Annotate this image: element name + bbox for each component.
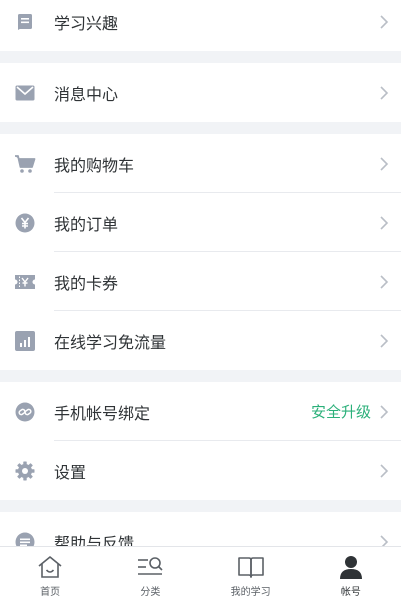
chevron-right-icon [380, 215, 389, 230]
chevron-right-icon [380, 156, 389, 171]
chevron-right-icon [380, 333, 389, 348]
menu-group-messages: 消息中心 [0, 63, 401, 122]
section-divider [0, 500, 401, 512]
tab-label: 分类 [140, 587, 161, 598]
mail-icon [14, 82, 36, 104]
menu-item-label: 消息中心 [54, 84, 119, 104]
menu-item-label: 手机帐号绑定 [54, 403, 151, 423]
section-divider [0, 122, 401, 134]
yen-icon [14, 212, 36, 234]
home-icon [36, 553, 64, 581]
chevron-right-icon [380, 14, 389, 29]
menu-item-label: 我的购物车 [54, 155, 135, 175]
menu-group-account: 手机帐号绑定 安全升级 设置 [0, 382, 401, 500]
tab-home[interactable]: 首页 [0, 547, 100, 606]
user-icon [337, 553, 365, 581]
category-search-icon [136, 553, 164, 581]
menu-item-cart[interactable]: 我的购物车 [0, 134, 401, 193]
menu-item-free-data[interactable]: 在线学习免流量 [0, 311, 401, 370]
chevron-right-icon [380, 85, 389, 100]
menu-item-message-center[interactable]: 消息中心 [0, 63, 401, 122]
tab-label: 我的学习 [230, 587, 271, 598]
tab-label: 帐号 [340, 587, 361, 598]
security-upgrade-status: 安全升级 [310, 403, 371, 421]
menu-item-label: 我的卡券 [54, 273, 119, 293]
account-page: 学习兴趣 消息中心 我的购物车 我的订单 我的卡券 在线学习免流量 手机帐号绑定… [0, 0, 401, 606]
chevron-right-icon [380, 404, 389, 419]
bottom-tab-bar: 首页 分类 我的学习 帐号 [0, 546, 401, 606]
book-icon [237, 553, 265, 581]
tab-label: 首页 [40, 587, 61, 598]
tab-my-learning[interactable]: 我的学习 [201, 547, 301, 606]
cart-icon [14, 153, 36, 175]
ticket-icon [14, 271, 36, 293]
menu-item-settings[interactable]: 设置 [0, 441, 401, 500]
menu-item-label: 学习兴趣 [54, 13, 119, 33]
menu-item-label: 在线学习免流量 [54, 332, 167, 352]
bookmark-icon [14, 11, 36, 33]
section-divider [0, 370, 401, 382]
tab-category[interactable]: 分类 [100, 547, 200, 606]
signal-icon [14, 330, 36, 352]
menu-group-interest: 学习兴趣 [0, 0, 401, 51]
menu-item-label: 设置 [54, 462, 87, 482]
menu-item-learning-interest[interactable]: 学习兴趣 [0, 0, 401, 51]
section-divider [0, 51, 401, 63]
tab-account[interactable]: 帐号 [301, 547, 401, 606]
chevron-right-icon [380, 463, 389, 478]
menu-item-bind-phone[interactable]: 手机帐号绑定 安全升级 [0, 382, 401, 441]
link-icon [14, 401, 36, 423]
chevron-right-icon [380, 274, 389, 289]
menu-item-label: 我的订单 [54, 214, 119, 234]
gear-icon [14, 460, 36, 482]
menu-item-orders[interactable]: 我的订单 [0, 193, 401, 252]
menu-item-coupons[interactable]: 我的卡券 [0, 252, 401, 311]
menu-group-shopping: 我的购物车 我的订单 我的卡券 在线学习免流量 [0, 134, 401, 370]
